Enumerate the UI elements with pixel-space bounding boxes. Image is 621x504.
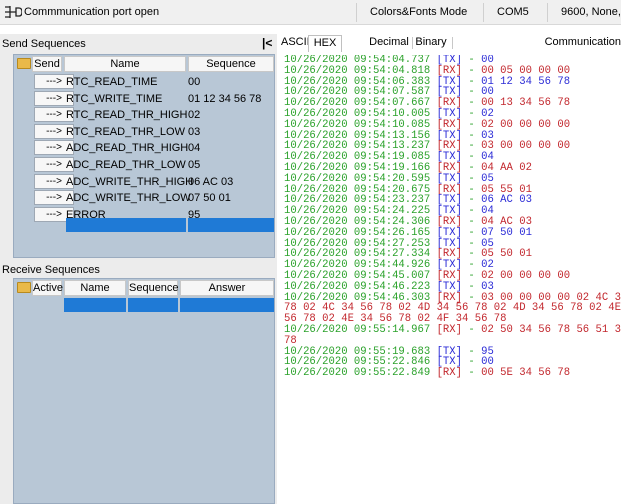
tab-hex[interactable]: HEX — [308, 35, 342, 52]
tab-ascii[interactable]: ASCII — [281, 35, 310, 52]
sequence-bytes: 03 — [188, 125, 201, 138]
sequence-bytes: 07 50 01 — [188, 192, 231, 205]
log-data: 02 00 00 00 00 — [481, 118, 571, 131]
log-timestamp: 10/26/2020 09:55:14.967 — [284, 323, 431, 336]
com-port-indicator[interactable]: COM5 — [497, 6, 529, 18]
send-sequences-title: Send Sequences — [2, 38, 86, 50]
log-data: 00 5E 34 56 78 — [481, 367, 571, 380]
sequence-name: ADC_READ_THR_HIGH — [66, 142, 189, 155]
new-row-sequence-cell[interactable] — [128, 298, 178, 312]
send-sequence-row: ---> ADC_READ_THR_LOW 05 — [14, 156, 276, 174]
tab-decimal[interactable]: Decimal — [367, 35, 411, 52]
col-header-answer[interactable]: Answer — [180, 280, 274, 296]
mode-indicator[interactable]: Colors&Fonts Mode — [370, 6, 467, 18]
sequence-name: ADC_READ_THR_LOW — [66, 159, 186, 171]
send-sequence-row: ---> RTC_READ_TIME 00 — [14, 73, 276, 91]
col-header-name[interactable]: Name — [64, 56, 186, 72]
tab-communication[interactable]: Communication — [541, 35, 621, 52]
log-data: 01 12 34 56 78 — [481, 75, 571, 88]
col-header-send[interactable]: Send — [32, 56, 62, 72]
sequence-name: RTC_READ_THR_LOW — [66, 125, 185, 138]
port-settings-indicator[interactable]: 9600, None, 8, 1 — [561, 6, 621, 18]
sequence-name: RTC_READ_THR_HIGH — [66, 109, 188, 122]
communication-log[interactable]: 10/26/2020 09:54:04.737 [TX] - 00 10/26/2… — [284, 55, 621, 504]
sequence-bytes: 04 — [188, 142, 201, 155]
sequence-bytes: 02 — [188, 109, 201, 122]
log-direction: [RX] — [436, 323, 463, 336]
tab-separator — [412, 37, 413, 49]
send-sequence-row: ---> ADC_WRITE_THR_LOW 07 50 01 — [14, 189, 276, 207]
log-data: 02 50 34 56 78 56 51 34 56 — [481, 323, 621, 336]
sequence-name: RTC_READ_TIME — [66, 76, 158, 88]
status-separator — [547, 3, 548, 22]
send-sequence-row: ---> RTC_WRITE_TIME 01 12 34 56 78 — [14, 90, 276, 108]
new-row-name-cell[interactable] — [64, 298, 126, 312]
log-entry: 10/26/2020 09:55:14.967 [RX] - 02 50 34 … — [284, 325, 621, 336]
col-header-sequence[interactable]: Sequence — [188, 56, 274, 72]
new-row-name-cell[interactable] — [66, 218, 186, 232]
view-tabs: ASCII HEX Decimal Binary Communication — [281, 34, 621, 52]
receive-sequences-grid: Active Name Sequence Answer — [13, 278, 275, 504]
send-sequence-row: ---> RTC_READ_THR_LOW 03 — [14, 123, 276, 141]
sequence-name: RTC_WRITE_TIME — [66, 92, 163, 105]
status-separator — [483, 3, 484, 22]
log-data: 03 00 00 00 00 — [481, 140, 571, 153]
collapse-pane-button[interactable]: |< — [262, 36, 272, 50]
sequence-bytes: 00 — [188, 76, 201, 88]
sequence-bytes: 01 12 34 56 78 — [188, 92, 262, 105]
tab-separator — [452, 37, 453, 49]
pane-splitter[interactable] — [278, 25, 281, 504]
col-header-sequence[interactable]: Sequence — [128, 280, 179, 296]
send-sequence-row: ---> ADC_WRITE_THR_HIGH 06 AC 03 — [14, 173, 276, 191]
log-entry: 10/26/2020 09:55:22.849 [RX] - 00 5E 34 … — [284, 367, 571, 380]
status-separator — [356, 3, 357, 22]
log-data: 02 00 00 00 00 — [481, 269, 571, 282]
log-timestamp: 10/26/2020 09:55:22.849 — [284, 367, 431, 380]
sequence-bytes: 06 AC 03 — [188, 175, 234, 188]
status-bar: Commmunication port open Colors&Fonts Mo… — [0, 0, 621, 25]
folder-icon[interactable] — [17, 58, 31, 69]
folder-icon[interactable] — [17, 282, 31, 293]
col-header-name[interactable]: Name — [64, 280, 126, 296]
receive-sequences-title: Receive Sequences — [2, 264, 100, 276]
plug-icon — [5, 6, 22, 18]
send-sequence-row: ---> ADC_READ_THR_HIGH 04 — [14, 139, 276, 157]
port-status-text: Commmunication port open — [24, 6, 160, 18]
new-row-sequence-cell[interactable] — [188, 218, 274, 232]
new-row-answer-cell[interactable] — [180, 298, 274, 312]
sequence-name: ADC_WRITE_THR_HIGH — [66, 175, 194, 188]
sequence-name: ADC_WRITE_THR_LOW — [66, 192, 191, 205]
tab-binary[interactable]: Binary — [415, 35, 447, 52]
send-sequence-row: ---> RTC_READ_THR_HIGH 02 — [14, 106, 276, 124]
sequence-bytes: 05 — [188, 159, 201, 171]
log-data: 00 13 34 56 78 — [481, 97, 571, 110]
log-direction: [RX] — [436, 367, 463, 380]
send-sequences-grid: Send Name Sequence ---> RTC_READ_TIME 00 --… — [13, 54, 275, 258]
col-header-active[interactable]: Active — [32, 280, 63, 296]
